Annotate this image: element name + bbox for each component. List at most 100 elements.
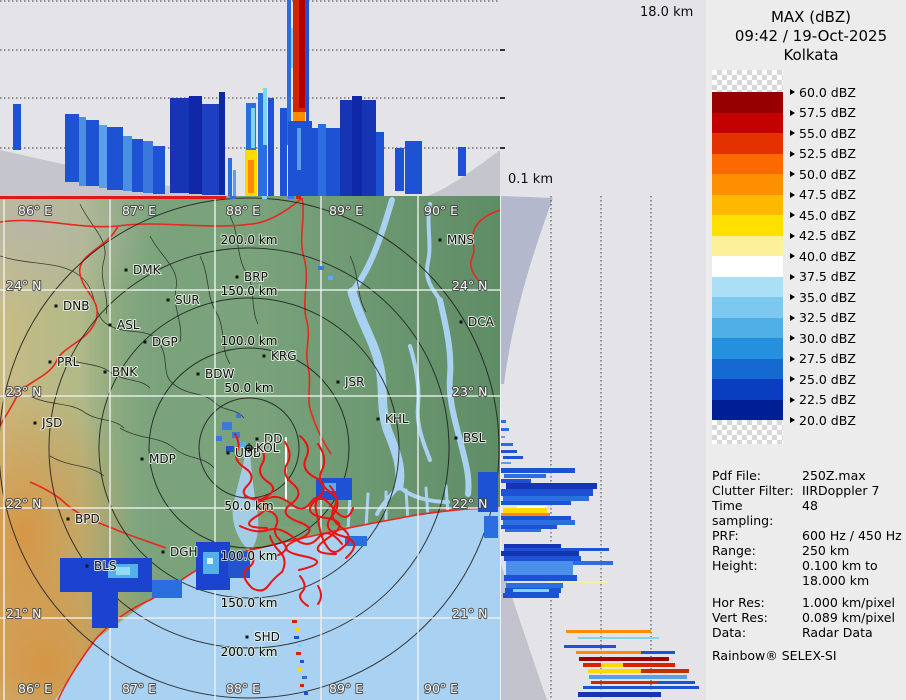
- station-dot: [376, 417, 380, 421]
- radar-map-viewport: 200.0 km 150.0 km 100.0 km 50.0 km 50.0 km 10…: [0, 196, 500, 700]
- scale-tick-label: 42.5 dBZ: [790, 228, 856, 244]
- profile-bar: [189, 96, 202, 194]
- profile-bar: [504, 575, 577, 581]
- station-dot: [108, 323, 112, 327]
- scale-value: 50.0 dBZ: [799, 166, 856, 182]
- echo-cell: [216, 436, 222, 441]
- profile-bar: [501, 479, 531, 483]
- scale-value: 60.0 dBZ: [799, 84, 856, 100]
- profile-bar: [248, 160, 254, 193]
- profile-bar: [501, 489, 593, 496]
- profile-bar: [503, 520, 575, 525]
- scale-tick-label: 30.0 dBZ: [790, 330, 856, 346]
- meta-label: Hor Res:: [712, 595, 765, 610]
- scale-band: [712, 235, 783, 256]
- product-title: MAX (dBZ): [770, 8, 852, 26]
- station-dot: [33, 421, 37, 425]
- scale-tick-label: 32.5 dBZ: [790, 310, 856, 326]
- range-ring-label: 100.0 km: [221, 549, 278, 563]
- profile-bar: [503, 496, 589, 501]
- meta-label: Range:: [712, 543, 756, 558]
- product-metadata: Pdf File: 250Z.max Clutter Filter: IIRDoppl…: [712, 468, 906, 663]
- profile-bar: [506, 483, 597, 489]
- dbz-color-scale: 60.0 dBZ 57.5 dBZ 55.0 dBZ 52.5 dBZ 50.0 dBZ…: [712, 70, 904, 444]
- profile-bar: [601, 663, 623, 667]
- profile-bar: [501, 420, 506, 423]
- latitude-label: 24° N: [6, 278, 41, 293]
- longitude-label: 86° E: [18, 203, 52, 218]
- scale-band: [712, 256, 783, 277]
- profile-bar: [123, 136, 132, 191]
- echo-cell: [484, 516, 498, 538]
- meta-value: 0.089 km/pixel: [802, 610, 895, 625]
- profile-bar: [153, 146, 165, 194]
- profile-bar: [268, 98, 274, 196]
- profile-background: [501, 196, 707, 700]
- profile-bar: [395, 148, 404, 191]
- scale-band: [712, 399, 783, 420]
- scale-value: 47.5 dBZ: [799, 187, 856, 202]
- echo-cell: [292, 620, 297, 623]
- profile-bar: [306, 0, 309, 130]
- echo-cell: [302, 676, 307, 679]
- profile-bar: [573, 561, 613, 565]
- station-label: BPD: [75, 512, 100, 526]
- echo-cell: [300, 660, 304, 663]
- legend-panel: MAX (dBZ) 09:42 / 19-Oct-2025 Kolkata 60…: [706, 0, 906, 700]
- metadata-rows: Pdf File: 250Z.max Clutter Filter: IIRDoppl…: [712, 468, 906, 640]
- scale-value: 40.0 dBZ: [799, 248, 856, 264]
- station-dot: [235, 275, 239, 279]
- echo-cell: [226, 446, 234, 452]
- profile-bar: [501, 462, 511, 464]
- meta-label: Vert Res:: [712, 610, 768, 625]
- scale-value: 55.0 dBZ: [799, 125, 856, 141]
- scale-value: 37.5 dBZ: [799, 269, 856, 284]
- tick-arrow-icon: [790, 150, 795, 157]
- profile-bar: [501, 501, 571, 505]
- scale-band: [712, 153, 783, 174]
- profile-bar: [503, 593, 559, 598]
- station-label: KRG: [271, 349, 297, 363]
- profile-bar: [503, 456, 523, 459]
- meta-value: 48: [802, 498, 818, 513]
- scale-tick-label: 55.0 dBZ: [790, 125, 856, 141]
- tick-arrow-icon: [790, 89, 795, 95]
- profile-bar: [297, 128, 301, 170]
- station-label: DGP: [152, 335, 178, 349]
- radar-map: 200.0 km 150.0 km 100.0 km 50.0 km 50.0 km 10…: [0, 196, 500, 700]
- echo-cell: [296, 652, 301, 655]
- scale-band: [712, 70, 783, 92]
- meta-row: PRF: 600 Hz / 450 Hz: [712, 528, 906, 543]
- range-ring-label: 100.0 km: [221, 334, 278, 348]
- profile-bar: [578, 692, 661, 697]
- profile-bar: [503, 508, 547, 513]
- meta-label: [712, 573, 802, 588]
- station-label: SUR: [175, 293, 200, 307]
- meta-label: Pdf File:: [712, 468, 761, 483]
- station-label: BNK: [112, 365, 138, 379]
- latitude-label: 21° N: [452, 606, 487, 621]
- echo-cell: [116, 567, 130, 575]
- profile-bar: [405, 141, 422, 194]
- echo-cell: [230, 196, 236, 199]
- longitude-label: 88° E: [226, 681, 260, 696]
- tick-arrow-icon: [790, 417, 795, 423]
- station-label: DGH: [170, 545, 198, 559]
- profile-bar: [99, 125, 107, 188]
- profile-bar: [299, 0, 305, 108]
- longitude-label: 89° E: [329, 681, 363, 696]
- station-dot: [140, 457, 144, 461]
- tick-arrow-icon: [790, 232, 795, 239]
- echo-cell: [300, 684, 304, 687]
- meta-value: 1.000 km/pixel: [802, 595, 895, 610]
- station-label: SHD: [254, 630, 280, 644]
- profile-bar: [501, 525, 557, 529]
- scale-value: 25.0 dBZ: [799, 371, 856, 387]
- scale-tick-label: 60.0 dBZ: [790, 84, 856, 100]
- meta-value: 250Z.max: [802, 468, 866, 483]
- scale-tick-label: 52.5 dBZ: [790, 146, 856, 162]
- scale-value: 20.0 dBZ: [799, 412, 856, 428]
- station-dot: [262, 354, 266, 358]
- meta-label: Time sampling:: [712, 498, 774, 528]
- station-dot: [454, 436, 458, 440]
